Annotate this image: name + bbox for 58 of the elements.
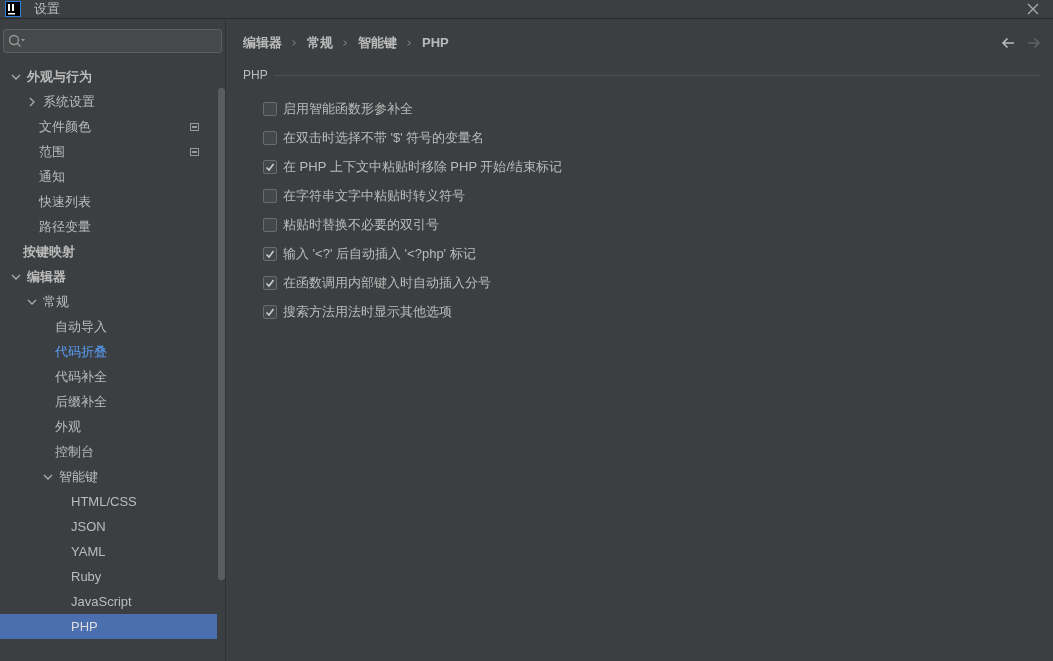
checkbox-label[interactable]: 在函数调用内部键入时自动插入分号 <box>283 272 491 293</box>
tree-item[interactable]: PHP <box>0 614 217 639</box>
checkbox-label[interactable]: 在 PHP 上下文中粘贴时移除 PHP 开始/结束标记 <box>283 156 563 177</box>
checkbox-label[interactable]: 启用智能函数形参补全 <box>283 98 413 119</box>
tree-item[interactable]: 代码折叠 <box>0 339 217 364</box>
tree-item[interactable]: 按键映射 <box>0 239 217 264</box>
tree-item[interactable]: Ruby <box>0 564 217 589</box>
search-field[interactable] <box>3 29 222 53</box>
breadcrumb-separator-icon <box>407 39 412 47</box>
checkbox-label[interactable]: 在双击时选择不带 '$' 符号的变量名 <box>283 127 485 148</box>
tree-item[interactable]: 外观与行为 <box>0 64 217 89</box>
search-icon <box>8 34 26 48</box>
project-scope-icon <box>190 147 199 156</box>
scrollbar[interactable] <box>218 88 225 580</box>
close-button[interactable] <box>1025 1 1041 17</box>
tree-item[interactable]: 编辑器 <box>0 264 217 289</box>
back-arrow-icon[interactable] <box>1001 37 1015 49</box>
checkbox[interactable] <box>263 275 277 290</box>
tree-item[interactable]: 外观 <box>0 414 217 439</box>
window-title: 设置 <box>34 0 60 19</box>
tree-item[interactable]: JavaScript <box>0 589 217 614</box>
tree-item[interactable]: 路径变量 <box>0 214 217 239</box>
checkbox[interactable] <box>263 188 277 203</box>
checkbox[interactable] <box>263 217 277 232</box>
breadcrumb-item[interactable]: 智能键 <box>358 33 397 53</box>
breadcrumb-separator-icon <box>343 39 348 47</box>
close-icon <box>1027 3 1039 15</box>
breadcrumb-separator-icon <box>292 39 297 47</box>
checkbox[interactable] <box>263 130 277 145</box>
checkbox-label[interactable]: 搜索方法用法时显示其他选项 <box>283 301 452 322</box>
tree-item[interactable]: YAML <box>0 539 217 564</box>
app-logo-icon <box>5 1 21 17</box>
tree-item[interactable]: 快速列表 <box>0 189 217 214</box>
tree-item[interactable]: 后缀补全 <box>0 389 217 414</box>
checkbox[interactable] <box>263 101 277 116</box>
tree-item[interactable]: 常规 <box>0 289 217 314</box>
checkbox[interactable] <box>263 304 277 319</box>
section-title: PHP <box>243 67 268 84</box>
project-scope-icon <box>190 122 199 131</box>
tree-item[interactable]: 代码补全 <box>0 364 217 389</box>
tree-item[interactable]: 文件颜色 <box>0 114 217 139</box>
chevron-right-icon[interactable] <box>27 96 37 107</box>
tree-item[interactable]: 通知 <box>0 164 217 189</box>
tree-item[interactable]: 智能键 <box>0 464 217 489</box>
breadcrumb-item[interactable]: 常规 <box>307 33 333 53</box>
tree-item[interactable]: HTML/CSS <box>0 489 217 514</box>
breadcrumb-item: PHP <box>422 34 449 53</box>
breadcrumb-item[interactable]: 编辑器 <box>243 33 282 53</box>
tree-item[interactable]: 控制台 <box>0 439 217 464</box>
tree-item[interactable]: 自动导入 <box>0 314 217 339</box>
tree-item[interactable]: 范围 <box>0 139 217 164</box>
tree-item[interactable]: 系统设置 <box>0 89 217 114</box>
checkbox-label[interactable]: 粘贴时替换不必要的双引号 <box>283 214 439 235</box>
checkbox-label[interactable]: 在字符串文字中粘贴时转义符号 <box>283 185 465 206</box>
checkbox-label[interactable]: 输入 '<?' 后自动插入 '<?php' 标记 <box>283 243 476 264</box>
tree-item[interactable]: JSON <box>0 514 217 539</box>
checkbox[interactable] <box>263 246 277 261</box>
checkbox[interactable] <box>263 159 277 174</box>
